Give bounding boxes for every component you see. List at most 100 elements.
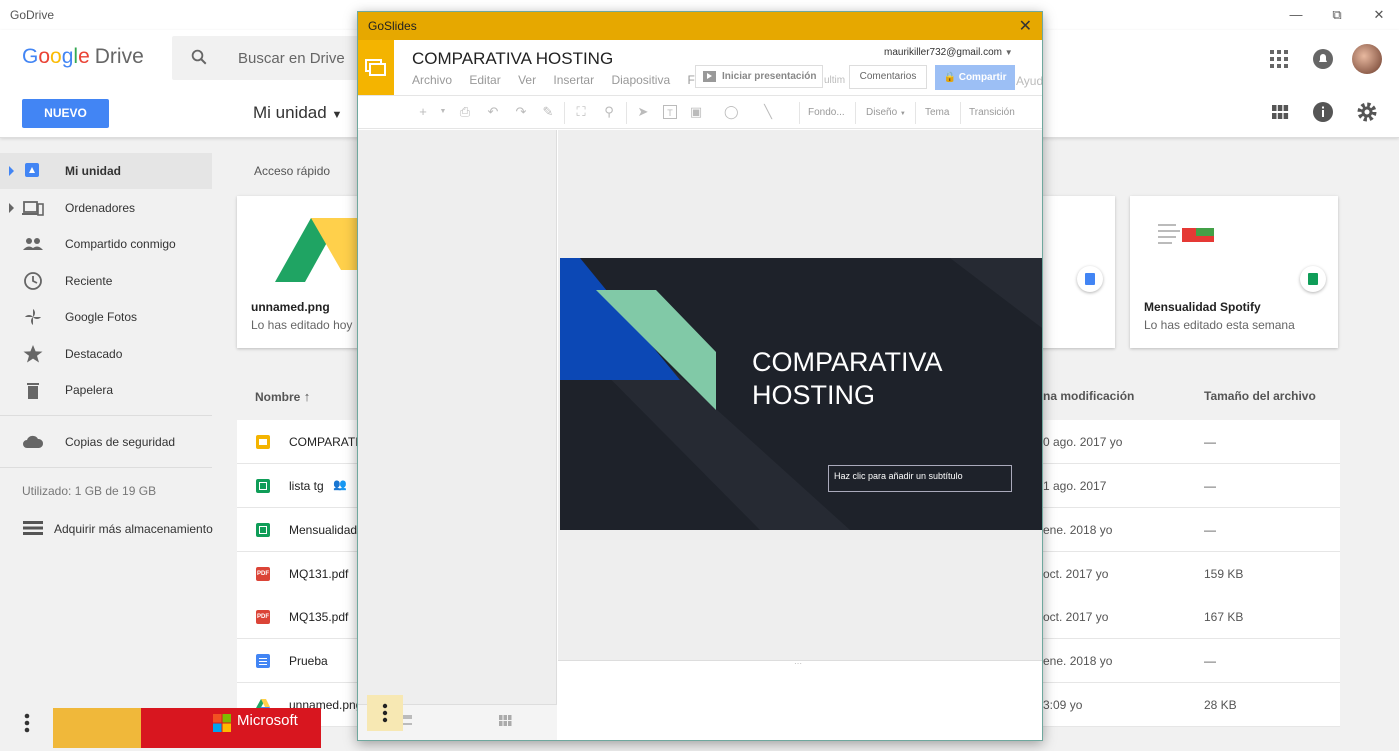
location-dropdown[interactable]: Mi unidad ▼: [253, 103, 342, 123]
sidebar-item-shared[interactable]: Compartido conmigo: [0, 226, 212, 262]
transition-button[interactable]: Transición: [969, 107, 1015, 118]
chevron-down-icon[interactable]: ▼: [436, 105, 450, 119]
file-name: lista tg: [289, 479, 324, 493]
expand-arrow-icon[interactable]: [9, 166, 14, 176]
file-size: —: [1204, 523, 1216, 537]
file-modified: 0 ago. 2017 yo: [1043, 435, 1123, 449]
window-title: GoDrive: [10, 8, 55, 22]
layout-button[interactable]: Diseño ▼: [866, 107, 906, 118]
shape-icon[interactable]: ◯: [724, 105, 739, 119]
drive-logo[interactable]: Google Drive: [22, 45, 144, 69]
expand-arrow-icon[interactable]: [9, 203, 14, 213]
goslides-window-title: GoSlides: [368, 19, 417, 33]
pinwheel-icon: [25, 309, 41, 325]
menu-help[interactable]: Ayud: [1016, 74, 1042, 88]
start-presentation-label: Iniciar presentación: [722, 71, 817, 82]
image-icon[interactable]: ▣: [689, 105, 703, 119]
grid-view-icon[interactable]: [1268, 100, 1292, 124]
menu-insert[interactable]: Insertar: [553, 73, 594, 87]
toolbar-divider: [799, 102, 800, 124]
quick-access-card[interactable]: Mensualidad Spotify Lo has editado esta …: [1130, 196, 1338, 348]
sidebar-item-label: Papelera: [65, 383, 114, 397]
new-button[interactable]: NUEVO: [22, 99, 109, 128]
sidebar-item-photos[interactable]: Google Fotos: [0, 299, 212, 335]
paint-format-icon[interactable]: ✎: [541, 105, 555, 119]
slide-filmstrip[interactable]: [358, 130, 557, 740]
file-modified: ene. 2018 yo: [1043, 523, 1113, 537]
new-slide-icon[interactable]: +: [416, 105, 430, 119]
search-box[interactable]: Buscar en Drive: [172, 36, 362, 80]
close-icon[interactable]: ✕: [1019, 16, 1032, 36]
menu-file[interactable]: Archivo: [412, 73, 452, 87]
resize-handle[interactable]: ⋯: [794, 660, 802, 668]
slides-file-icon: [256, 435, 270, 449]
storage-list-icon: [23, 521, 43, 535]
maximize-icon[interactable]: ⧉: [1322, 4, 1352, 26]
print-icon[interactable]: ⎙: [458, 105, 472, 119]
sidebar-item-trash[interactable]: Papelera: [0, 372, 212, 408]
buy-storage-link[interactable]: Adquirir más almacenamiento: [22, 518, 213, 543]
toolbar-divider: [564, 102, 565, 124]
more-vert-icon[interactable]: [14, 710, 40, 736]
speaker-notes[interactable]: ⋯: [558, 660, 1042, 740]
sheets-type-icon: [1300, 266, 1326, 292]
sidebar-item-my-drive[interactable]: Mi unidad: [0, 153, 212, 189]
menu-view[interactable]: Ver: [518, 73, 536, 87]
line-icon[interactable]: ╲: [761, 105, 775, 119]
column-header-size[interactable]: Tamaño del archivo: [1204, 389, 1316, 403]
column-header-name[interactable]: Nombre ↑: [255, 389, 310, 404]
close-icon[interactable]: ✕: [1364, 4, 1394, 26]
share-label: Compartir: [958, 72, 1007, 83]
theme-button[interactable]: Tema: [925, 107, 949, 118]
comments-button[interactable]: Comentarios: [849, 65, 927, 89]
sidebar-divider: [0, 415, 212, 416]
account-menu[interactable]: maurikiller732@gmail.com ▼: [884, 47, 1013, 58]
file-modified: oct. 2017 yo: [1043, 610, 1109, 624]
account-email: maurikiller732@gmail.com: [884, 47, 1002, 58]
fit-icon[interactable]: ⛶: [574, 105, 588, 119]
grid-view-icon[interactable]: [499, 715, 512, 727]
sidebar-item-starred[interactable]: Destacado: [0, 336, 212, 372]
sidebar-item-recent[interactable]: Reciente: [0, 263, 212, 299]
microsoft-ad-banner[interactable]: Microsoft: [53, 708, 321, 748]
menu-edit[interactable]: Editar: [469, 73, 500, 87]
slides-home-button[interactable]: [358, 40, 394, 95]
toolbar-divider: [915, 102, 916, 124]
undo-icon[interactable]: ↶: [486, 105, 500, 119]
column-header-modified[interactable]: na modificación: [1043, 389, 1134, 403]
file-name: Prueba: [289, 654, 328, 668]
zoom-icon[interactable]: ⚲: [602, 105, 616, 119]
apps-grid-icon[interactable]: [1267, 47, 1291, 71]
ad-image: [53, 708, 141, 748]
textbox-icon[interactable]: T: [663, 105, 677, 119]
settings-gear-icon[interactable]: [1355, 100, 1379, 124]
computers-icon: [22, 201, 44, 216]
drive-logo-image: [275, 218, 373, 282]
start-presentation-button[interactable]: Iniciar presentación: [695, 65, 823, 88]
sidebar-item-backups[interactable]: Copias de seguridad: [0, 424, 212, 460]
sheets-file-icon: [256, 479, 270, 493]
sidebar-item-computers[interactable]: Ordenadores: [0, 190, 212, 226]
info-icon[interactable]: [1311, 100, 1335, 124]
select-cursor-icon[interactable]: ➤: [636, 105, 650, 119]
background-button[interactable]: Fondo...: [808, 107, 845, 118]
play-icon: [703, 71, 716, 82]
search-input[interactable]: Buscar en Drive: [238, 50, 345, 67]
file-size: 167 KB: [1204, 610, 1244, 624]
document-title[interactable]: COMPARATIVA HOSTING: [412, 49, 613, 69]
avatar[interactable]: [1352, 44, 1382, 74]
notifications-bell-icon[interactable]: [1311, 47, 1335, 71]
more-vert-button[interactable]: [367, 695, 403, 731]
menu-slide[interactable]: Diapositiva: [611, 73, 670, 87]
spreadsheet-preview-image: [1158, 224, 1214, 244]
minimize-icon[interactable]: —: [1281, 4, 1311, 26]
slide-title[interactable]: COMPARATIVA HOSTING: [752, 346, 943, 412]
share-button[interactable]: 🔒 Compartir: [935, 65, 1015, 90]
slide-1[interactable]: COMPARATIVA HOSTING Haz clic para añadir…: [560, 258, 1042, 530]
file-size: 28 KB: [1204, 698, 1237, 712]
redo-icon[interactable]: ↷: [514, 105, 528, 119]
search-icon[interactable]: [190, 48, 208, 66]
slide-subtitle-placeholder[interactable]: Haz clic para añadir un subtítulo: [828, 465, 1012, 492]
sidebar-item-label: Mi unidad: [65, 164, 121, 178]
goslides-window: GoSlides ✕ COMPARATIVA HOSTING maurikill…: [357, 11, 1043, 741]
